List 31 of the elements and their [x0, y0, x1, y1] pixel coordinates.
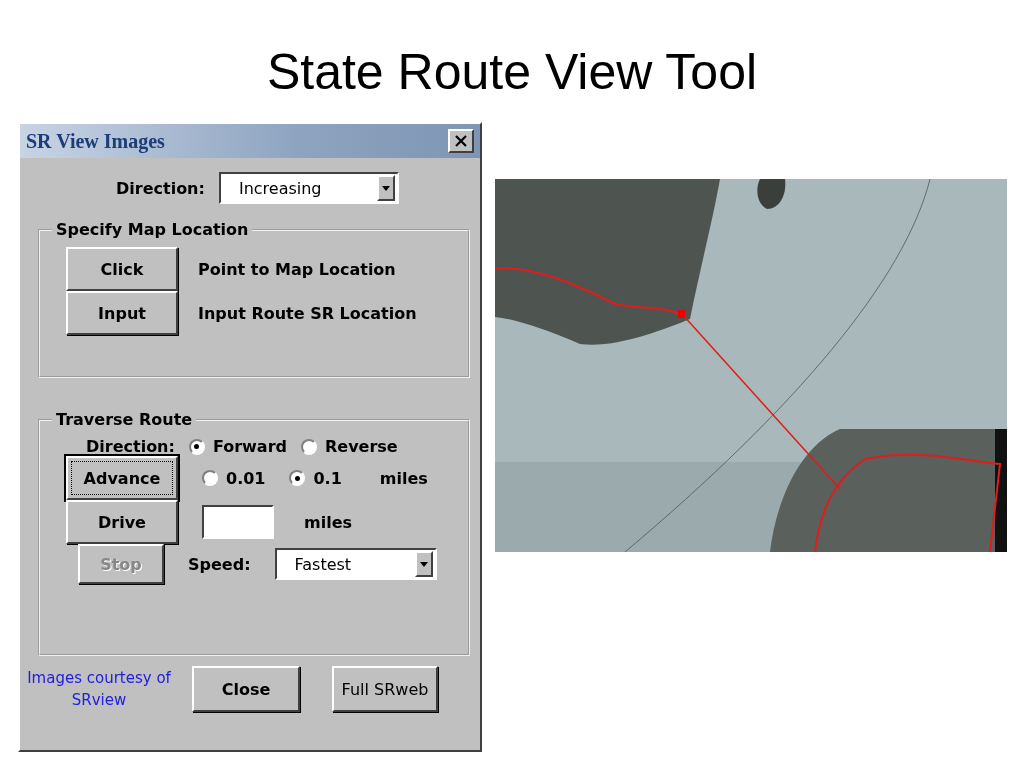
close-icon [455, 135, 467, 147]
option-label: 0.01 [226, 468, 266, 488]
action-button[interactable]: Click [66, 247, 178, 291]
direction-dropdown[interactable]: Increasing [218, 172, 399, 204]
window-title: SR View Images [26, 129, 165, 153]
radio-button[interactable] [188, 438, 205, 455]
dialog-button[interactable]: Full SRweb [332, 666, 438, 712]
dialog-button[interactable]: Close [192, 666, 300, 712]
option-label: 0.1 [313, 468, 342, 488]
option-label: Forward [212, 437, 287, 456]
credit-text: Images courtesy of SRview [26, 668, 172, 711]
group-title: Traverse Route [55, 410, 194, 429]
slide-title: State Route View Tool [265, 43, 759, 102]
advance-button[interactable]: Advance [66, 456, 178, 500]
group-title: Specify Map Location [55, 220, 250, 239]
drive-button[interactable]: Drive [66, 500, 178, 544]
distance-input[interactable] [202, 505, 274, 539]
field-label: Direction: [86, 437, 175, 456]
unit-label: miles [379, 468, 428, 488]
field-label: Speed: [188, 554, 251, 574]
action-button[interactable]: Input [66, 291, 178, 335]
close-button[interactable] [448, 129, 474, 153]
action-description: Point to Map Location [198, 259, 396, 279]
radio-button[interactable] [301, 438, 317, 455]
speed-dropdown[interactable]: Fastest [274, 548, 437, 580]
action-description: Input Route SR Location [198, 303, 417, 323]
option-label: Reverse [325, 437, 398, 456]
field-label: Direction: [116, 178, 205, 198]
radio-button[interactable] [289, 470, 306, 486]
unit-label: miles [304, 512, 352, 532]
radio-button[interactable] [202, 470, 218, 486]
